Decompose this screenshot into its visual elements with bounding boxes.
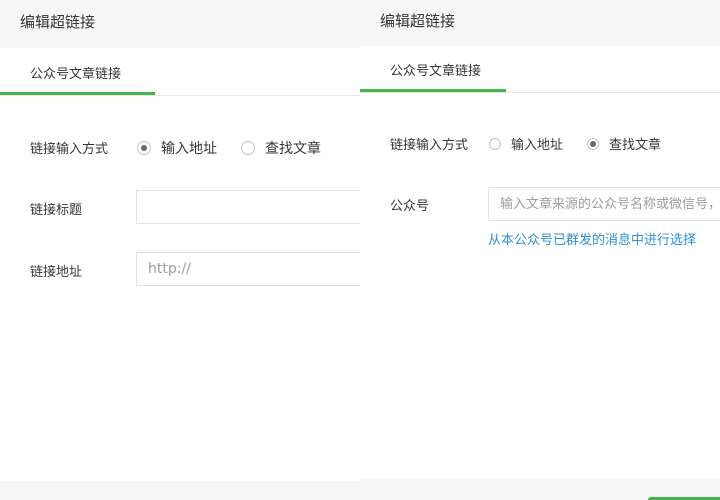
radio-search-article-label: 查找文章 xyxy=(265,141,321,157)
dialog-footer xyxy=(0,481,360,500)
tab-bar: 公众号文章链接 xyxy=(0,48,360,96)
dialog-title: 编辑超链接 xyxy=(380,12,456,30)
radio-search-article-label: 查找文章 xyxy=(609,138,662,153)
dialog-title-bar: 编辑超链接 xyxy=(360,0,720,46)
account-search-input[interactable] xyxy=(488,187,720,221)
select-from-own-messages-link[interactable]: 从本公众号已群发的消息中进行选择 xyxy=(488,229,696,248)
link-address-input[interactable] xyxy=(136,252,360,286)
link-title-input[interactable] xyxy=(136,190,360,224)
dialog-footer xyxy=(360,478,720,500)
radio-search-article[interactable]: 查找文章 xyxy=(587,134,661,153)
dialog-title-bar: 编辑超链接 xyxy=(0,0,360,48)
radio-search-article-checked-indicator[interactable] xyxy=(587,137,599,150)
radio-enter-address-indicator[interactable] xyxy=(489,137,501,150)
link-address-label: 链接地址 xyxy=(30,265,83,280)
tab-bar: 公众号文章链接 xyxy=(360,46,720,93)
input-mode-label: 链接输入方式 xyxy=(390,138,469,153)
radio-enter-address[interactable]: 输入地址 xyxy=(137,138,217,158)
radio-enter-address-label: 输入地址 xyxy=(511,138,564,153)
radio-enter-address-checked-indicator[interactable] xyxy=(137,141,151,155)
radio-enter-address-label: 输入地址 xyxy=(161,141,217,157)
tab-article-link[interactable]: 公众号文章链接 xyxy=(0,48,155,95)
edit-link-dialog-left: 编辑超链接 公众号文章链接 链接输入方式 输入地址 查找文章 链接标题 链接地址 xyxy=(0,0,360,500)
radio-search-article[interactable]: 查找文章 xyxy=(241,138,321,158)
radio-enter-address[interactable]: 输入地址 xyxy=(489,134,563,153)
dialog-title: 编辑超链接 xyxy=(20,13,96,31)
edit-link-dialog-right: 编辑超链接 公众号文章链接 链接输入方式 输入地址 查找文章 公众号 从本公众号… xyxy=(360,0,720,500)
link-title-label: 链接标题 xyxy=(30,203,83,218)
radio-search-article-indicator[interactable] xyxy=(241,141,255,155)
input-mode-label: 链接输入方式 xyxy=(30,142,109,157)
tab-article-link[interactable]: 公众号文章链接 xyxy=(360,46,506,92)
account-label: 公众号 xyxy=(390,199,430,214)
